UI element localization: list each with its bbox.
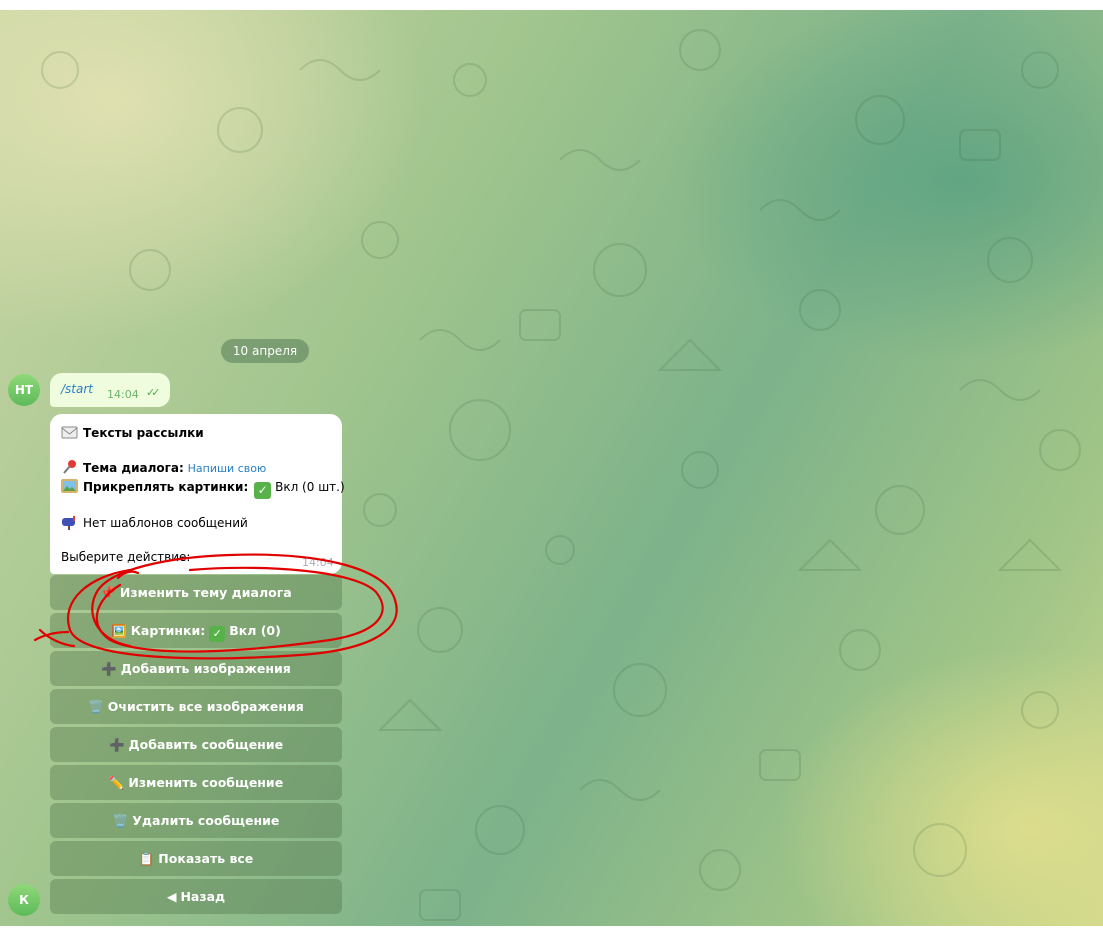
pin-images-label: Прикреплять картинки: [83, 480, 249, 494]
keyboard-button-label: Картинки: [130, 623, 206, 638]
keyboard-button-label: Изменить сообщение [128, 775, 284, 790]
trash-icon: 🗑️ [112, 813, 129, 828]
command-link[interactable]: /start [61, 382, 93, 396]
keyboard-button-label: Показать все [158, 851, 254, 866]
keyboard-button-label: Добавить изображения [120, 661, 291, 676]
keyboard-button-1[interactable]: 📌 Изменить тему диалога [50, 575, 342, 610]
topic-label: Тема диалога: [83, 461, 184, 475]
keyboard-button-8[interactable]: 📋 Показать все [50, 841, 342, 876]
double-check-icon: ✓✓ [146, 386, 161, 399]
keyboard-button-3[interactable]: ➕ Добавить изображения [50, 651, 342, 686]
topic-row: Тема диалога: Напиши свою [61, 459, 266, 475]
keyboard-button-value: Вкл (0) [229, 623, 281, 638]
plus-icon: ➕ [108, 737, 125, 752]
keyboard-button-4[interactable]: 🗑️ Очистить все изображения [50, 689, 342, 724]
back-arrow-icon: ◀ [166, 889, 177, 904]
user-avatar[interactable]: НТ [8, 374, 40, 406]
keyboard-button-9[interactable]: ◀ Назад [50, 879, 342, 914]
picture-icon [61, 479, 78, 493]
keyboard-button-5[interactable]: ➕ Добавить сообщение [50, 727, 342, 762]
bot-avatar[interactable]: К [8, 884, 40, 916]
clipboard-icon: 📋 [138, 851, 155, 866]
picture-icon: 🖼️ [111, 623, 127, 638]
checkmark-icon: ✓ [209, 626, 226, 642]
pushpin-icon [63, 460, 76, 474]
keyboard-button-7[interactable]: 🗑️ Удалить сообщение [50, 803, 342, 838]
templates-text: Нет шаблонов сообщений [83, 516, 248, 530]
templates-row: Нет шаблонов сообщений [61, 514, 248, 530]
topic-value[interactable]: Напиши свою [188, 462, 267, 475]
prompt-text: Выберите действие: [61, 550, 191, 564]
bot-message-bubble: Тексты рассылки Тема диалога: Напиши сво… [50, 414, 345, 574]
plus-icon: ➕ [101, 661, 117, 676]
keyboard-button-label: Назад [180, 889, 226, 904]
message-time: 14:04 [302, 556, 334, 569]
outgoing-message-bubble: /start 14:04 ✓✓ [50, 373, 170, 407]
keyboard-button-label: Изменить тему диалога [119, 585, 292, 600]
pin-images-row: Прикреплять картинки: ✓ Вкл (0 шт.) [61, 478, 345, 499]
keyboard-button-label: Очистить все изображения [107, 699, 304, 714]
keyboard-button-6[interactable]: ✏️ Изменить сообщение [50, 765, 342, 800]
pushpin-icon: 📌 [100, 585, 116, 600]
trash-icon: 🗑️ [88, 699, 104, 714]
keyboard-button-label: Добавить сообщение [128, 737, 284, 752]
message-time: 14:04 [107, 388, 139, 401]
message-title-row: Тексты рассылки [61, 424, 204, 440]
envelope-icon [61, 426, 78, 439]
keyboard-button-label: Удалить сообщение [132, 813, 280, 828]
pin-images-value: Вкл (0 шт.) [275, 480, 345, 494]
pencil-icon: ✏️ [108, 775, 125, 790]
message-title: Тексты рассылки [83, 426, 204, 440]
keyboard-button-2[interactable]: 🖼️ Картинки: ✓ Вкл (0) [50, 613, 342, 648]
mailbox-icon [62, 516, 75, 530]
checkmark-icon: ✓ [254, 482, 272, 499]
date-divider: 10 апреля [221, 339, 309, 363]
